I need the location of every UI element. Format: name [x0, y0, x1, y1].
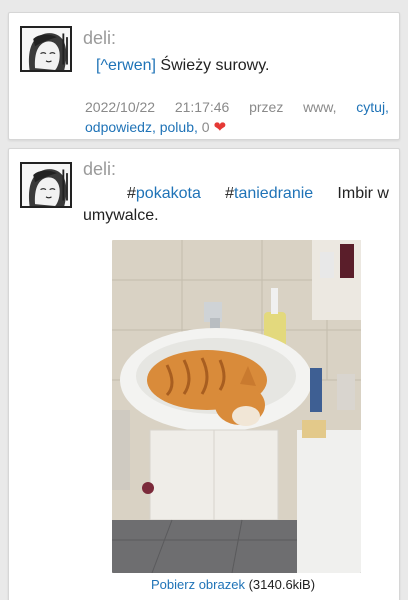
file-size: (3140.6kiB) — [248, 577, 316, 592]
feed: deli: [^erwen] Świeży surowy. 2022/10/22… — [0, 0, 408, 600]
tag-pokakota: pokakota — [135, 185, 201, 202]
post-body: Imbir w — [337, 185, 389, 202]
post-text: #pokakota #taniedranie Imbir w umywalce. — [83, 183, 389, 227]
post-date: 2022/10/22 — [85, 99, 156, 115]
post-author[interactable]: deli: — [83, 28, 116, 49]
tag-link[interactable]: #pokakota — [127, 183, 201, 205]
avatar[interactable] — [20, 162, 72, 208]
like-link[interactable]: polub, — [160, 119, 198, 135]
post-author[interactable]: deli: — [83, 159, 116, 180]
post-body: Świeży surowy. — [155, 57, 270, 74]
tag-link[interactable]: #taniedranie — [225, 183, 313, 205]
tag-taniedranie: taniedranie — [234, 185, 314, 202]
post-text: [^erwen] Świeży surowy. — [96, 55, 270, 77]
download-row: Pobierz obrazek (3140.6kiB) — [151, 577, 315, 592]
meta-actions: odpowiedz, polub, 0 ❤ — [85, 117, 389, 138]
via-label: przez — [249, 99, 284, 115]
post-image[interactable] — [112, 240, 361, 573]
avatar[interactable] — [20, 26, 72, 72]
post-text-line: #pokakota #taniedranie Imbir w — [83, 183, 389, 205]
post-card: deli: [^erwen] Świeży surowy. 2022/10/22… — [8, 12, 400, 140]
quote-link[interactable]: cytuj, — [356, 97, 389, 117]
post-meta: 2022/10/22 21:17:46 przez www, cytuj, od… — [85, 97, 389, 138]
avatar-drawing — [22, 164, 70, 206]
avatar-drawing — [22, 28, 70, 70]
post-text-line: umywalce. — [83, 207, 159, 224]
download-image-link[interactable]: Pobierz obrazek — [151, 577, 245, 592]
meta-row: 2022/10/22 21:17:46 przez www, cytuj, — [85, 97, 389, 117]
post-time: 21:17:46 — [174, 99, 230, 115]
heart-icon: ❤ — [213, 119, 227, 136]
like-count: 0 — [201, 119, 210, 135]
post-card: deli: #pokakota #taniedranie Imbir w umy… — [8, 148, 400, 600]
mention-link[interactable]: [^erwen] — [96, 57, 156, 74]
reply-link[interactable]: odpowiedz, — [85, 119, 156, 135]
client-label: www, — [303, 99, 337, 115]
cat-in-sink-photo — [112, 240, 361, 573]
